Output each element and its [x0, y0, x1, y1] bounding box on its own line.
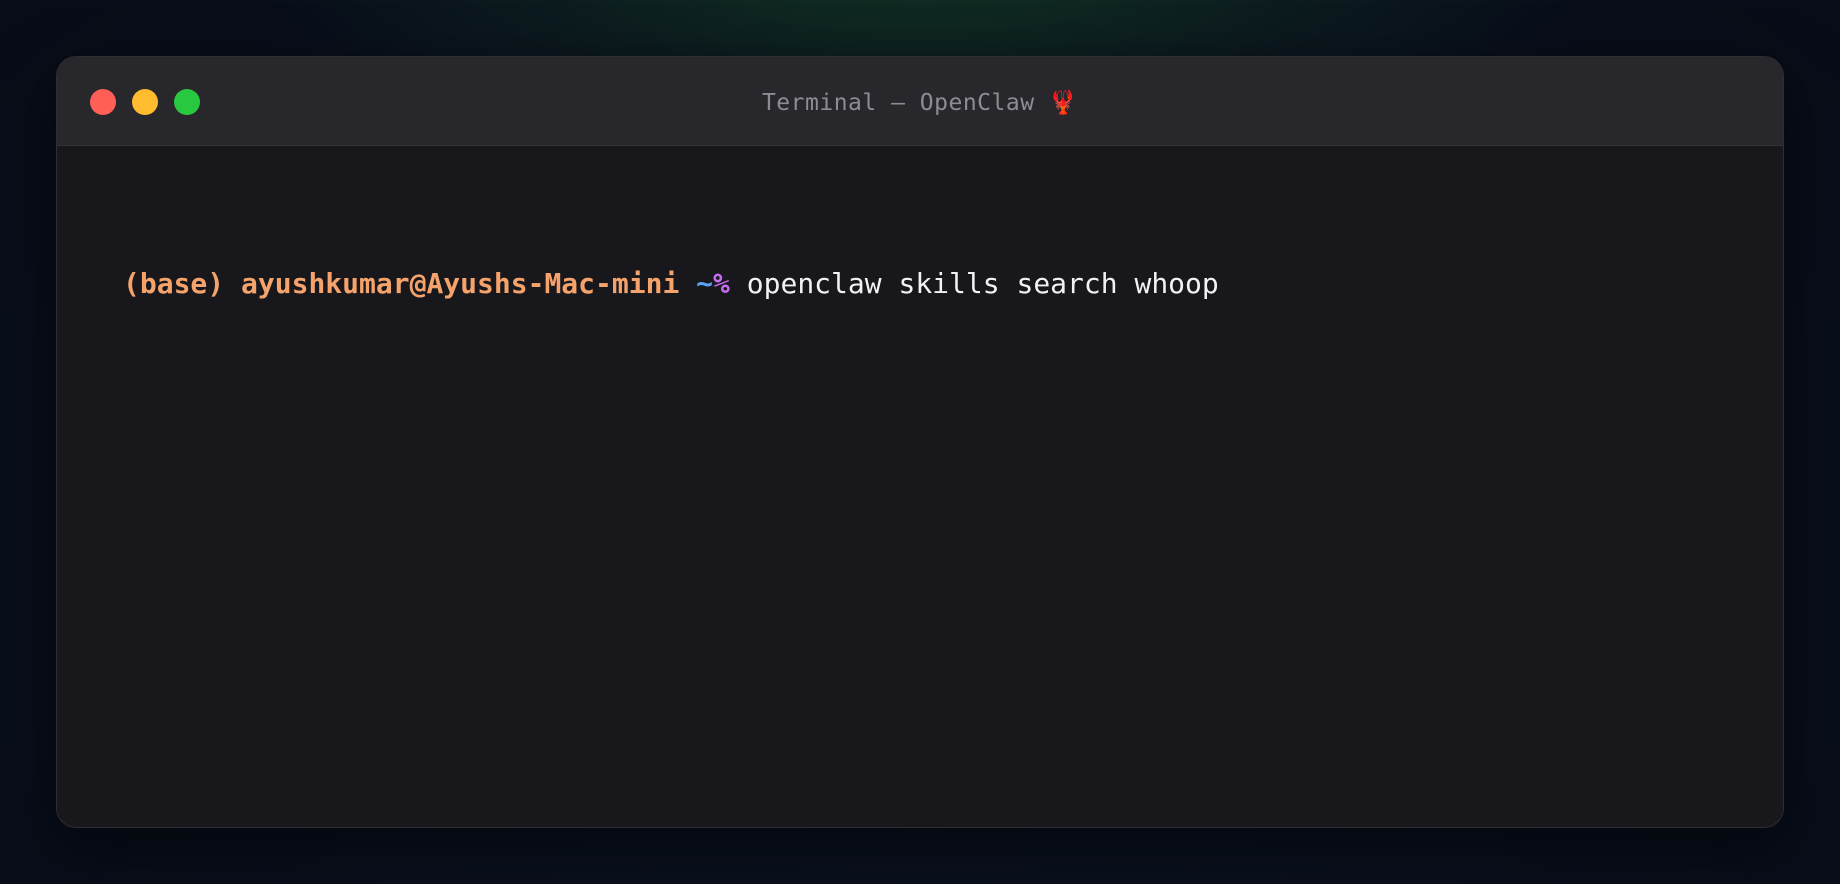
command-line: (base) ayushkumar@Ayushs-Mac-mini ~% ope…: [123, 264, 1219, 304]
conda-env: (base): [123, 267, 225, 300]
terminal-output[interactable]: (base) ayushkumar@Ayushs-Mac-mini ~% ope…: [57, 146, 1783, 827]
prompt-symbol: %: [713, 267, 730, 300]
current-directory: ~: [696, 267, 714, 300]
command-text: openclaw skills search whoop: [746, 267, 1219, 300]
user-host: ayushkumar@Ayushs-Mac-mini: [241, 267, 680, 300]
window-title: Terminal — OpenClaw 🦞: [761, 90, 1079, 116]
title-bar[interactable]: Terminal — OpenClaw 🦞: [57, 57, 1783, 146]
terminal-window: Terminal — OpenClaw 🦞 (base) ayushkumar@…: [56, 56, 1784, 828]
